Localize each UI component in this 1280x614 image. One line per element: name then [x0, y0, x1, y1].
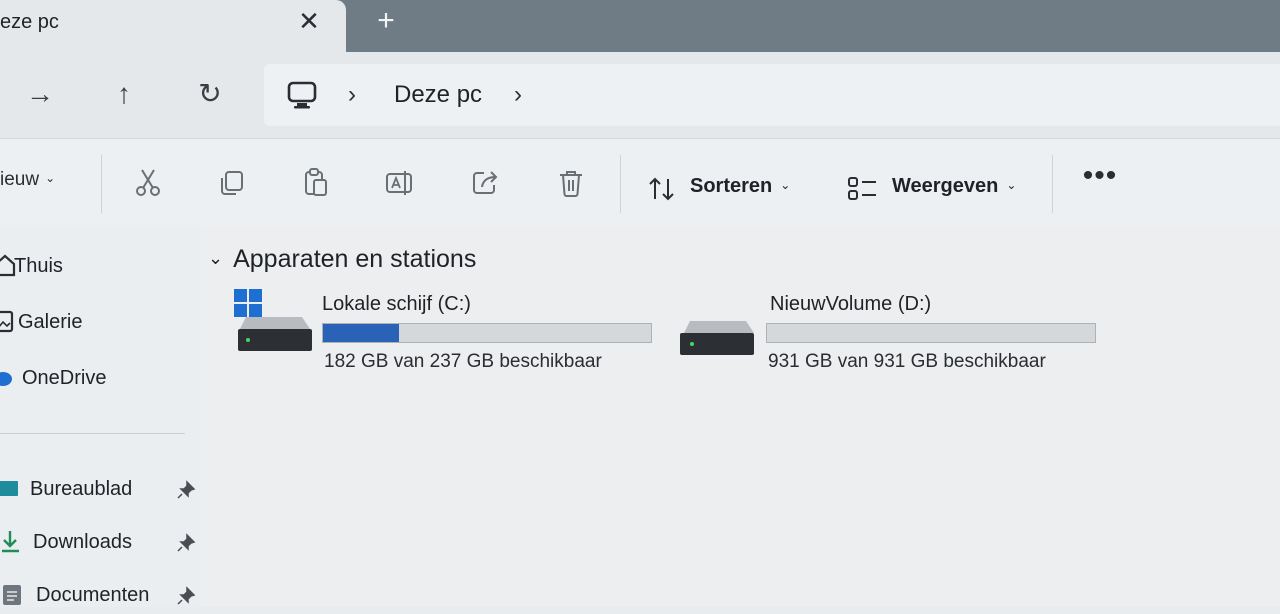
rename-icon[interactable]	[384, 167, 416, 199]
view-icon	[848, 177, 876, 200]
close-tab-icon[interactable]: ✕	[292, 4, 326, 38]
sidebar-item-documenten[interactable]: Documenten	[0, 574, 200, 614]
windows-drive-icon	[234, 289, 312, 351]
tab-strip: eze pc ✕ +	[0, 0, 1280, 52]
refresh-button[interactable]: ↻	[190, 74, 230, 114]
new-tab-button[interactable]: +	[368, 4, 404, 40]
sidebar-item-label: Documenten	[36, 584, 150, 606]
drive-free-space: 182 GB van 237 GB beschikbaar	[324, 351, 602, 372]
sidebar-divider	[0, 433, 185, 434]
navigation-pane: Thuis Galerie OneDrive Bureaublad Downlo…	[0, 227, 200, 607]
delete-icon[interactable]	[555, 167, 587, 199]
onedrive-icon	[0, 372, 12, 386]
tab-title: eze pc	[0, 11, 59, 33]
sidebar-item-bureaublad[interactable]: Bureaublad	[0, 468, 200, 508]
download-icon	[2, 531, 19, 553]
chevron-down-icon: ⌄	[1006, 178, 1017, 192]
pin-icon[interactable]	[176, 586, 196, 606]
new-button[interactable]: ieuw ⌄	[0, 169, 55, 191]
documents-icon	[3, 585, 21, 605]
pin-icon[interactable]	[176, 533, 196, 553]
drive-name: Lokale schijf (C:)	[322, 293, 471, 315]
cut-icon[interactable]	[132, 167, 164, 199]
sidebar-item-downloads[interactable]: Downloads	[0, 521, 200, 561]
view-label: Weergeven	[892, 175, 999, 197]
drive-item-c[interactable]: Lokale schijf (C:) 182 GB van 237 GB bes…	[234, 289, 674, 379]
sidebar-item-galerie[interactable]: Galerie	[0, 301, 200, 341]
chevron-down-icon: ⌄	[45, 171, 56, 185]
file-list: ⌄ Apparaten en stations Lokale schijf (C:…	[200, 227, 1280, 607]
gallery-icon	[0, 310, 14, 333]
drive-item-d[interactable]: NieuwVolume (D:) 931 GB van 931 GB besch…	[678, 289, 1118, 379]
drive-name: NieuwVolume (D:)	[770, 293, 932, 315]
sidebar-item-label: Downloads	[33, 531, 132, 553]
sort-icon	[649, 177, 674, 201]
drive-free-space: 931 GB van 931 GB beschikbaar	[768, 351, 1046, 372]
sidebar-item-label: OneDrive	[22, 367, 107, 389]
drive-usage-bar	[322, 323, 652, 343]
copy-icon[interactable]	[216, 167, 248, 199]
breadcrumb-chevron-end[interactable]: ›	[514, 80, 522, 110]
command-bar: ieuw ⌄ Sorteren ⌄ Weergeven ⌄ •••	[0, 138, 1280, 228]
group-header-devices[interactable]: ⌄ Apparaten en stations	[208, 245, 476, 274]
breadcrumb-deze-pc[interactable]: Deze pc	[394, 80, 482, 110]
paste-icon[interactable]	[300, 167, 332, 199]
sort-label: Sorteren	[690, 175, 773, 197]
chevron-down-icon: ⌄	[780, 178, 791, 192]
chevron-down-icon[interactable]: ⌄	[208, 248, 223, 268]
new-button-label: ieuw	[0, 169, 40, 190]
sidebar-item-onedrive[interactable]: OneDrive	[0, 357, 200, 397]
address-bar[interactable]: › Deze pc ›	[264, 64, 1280, 126]
divider	[101, 155, 102, 213]
computer-icon[interactable]	[286, 80, 318, 110]
sidebar-item-label: Galerie	[18, 311, 83, 333]
drive-icon	[680, 321, 754, 355]
up-button[interactable]: ↑	[104, 74, 144, 114]
breadcrumb-chevron[interactable]: ›	[348, 80, 356, 110]
pin-icon[interactable]	[176, 480, 196, 500]
divider	[620, 155, 621, 213]
more-options-button[interactable]: •••	[1080, 161, 1120, 199]
drive-usage-bar	[766, 323, 1096, 343]
navigation-row: → ↑ ↻ › Deze pc ›	[0, 52, 1280, 138]
sidebar-item-thuis[interactable]: Thuis	[0, 245, 200, 285]
group-title: Apparaten en stations	[233, 245, 477, 273]
drive-usage-fill	[323, 324, 400, 342]
share-icon[interactable]	[470, 167, 502, 199]
sidebar-item-label: Thuis	[14, 255, 63, 277]
tab-deze-pc[interactable]: eze pc ✕	[0, 0, 346, 52]
divider	[1052, 155, 1053, 213]
desktop-icon	[0, 481, 18, 496]
forward-button[interactable]: →	[20, 74, 60, 114]
sidebar-item-label: Bureaublad	[30, 478, 133, 500]
